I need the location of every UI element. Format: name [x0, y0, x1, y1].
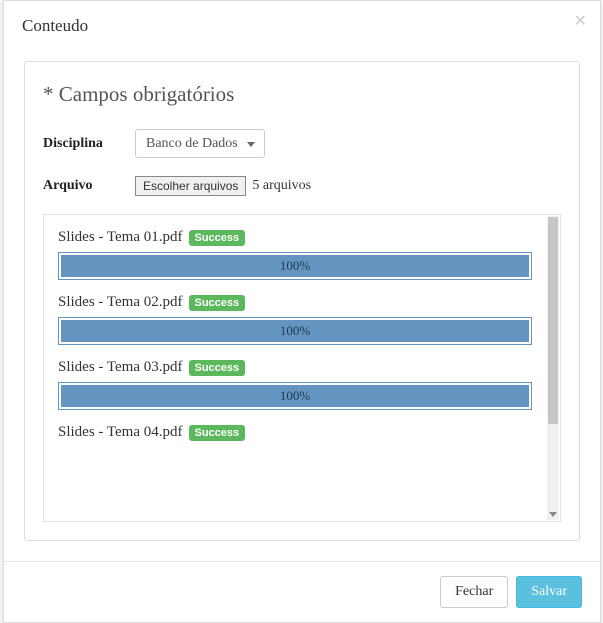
progress-track: 100% [58, 252, 532, 280]
choose-files-button[interactable]: Escolher arquivos [135, 176, 246, 196]
file-name: Slides - Tema 01.pdf [58, 229, 183, 246]
file-header: Slides - Tema 04.pdf Success [58, 424, 532, 441]
disciplina-select-wrap: Banco de Dados [135, 129, 265, 158]
list-item: Slides - Tema 02.pdf Success 100% [58, 286, 532, 345]
file-list: Slides - Tema 01.pdf Success 100% Slides… [44, 215, 546, 521]
status-badge: Success [189, 360, 246, 376]
disciplina-label: Disciplina [43, 136, 135, 152]
scroll-down-icon[interactable] [547, 508, 559, 520]
progress-bar: 100% [61, 255, 529, 277]
modal-header: Conteudo × [4, 1, 600, 51]
scrollbar-thumb[interactable] [548, 217, 558, 424]
disciplina-row: Disciplina Banco de Dados [43, 129, 561, 158]
scrollbar-track[interactable] [547, 216, 559, 520]
list-item: Slides - Tema 01.pdf Success 100% [58, 221, 532, 280]
status-badge: Success [189, 295, 246, 311]
status-badge: Success [189, 230, 246, 246]
file-count-text: 5 arquivos [252, 178, 311, 194]
modal-footer: Fechar Salvar [4, 561, 600, 622]
close-icon[interactable]: × [574, 11, 586, 31]
modal-title: Conteudo [22, 16, 582, 36]
disciplina-select[interactable]: Banco de Dados [135, 129, 265, 158]
save-button[interactable]: Salvar [516, 576, 582, 608]
required-fields-legend: * Campos obrigatórios [43, 82, 561, 107]
progress-bar: 100% [61, 320, 529, 342]
file-name: Slides - Tema 02.pdf [58, 294, 183, 311]
close-button[interactable]: Fechar [440, 576, 508, 608]
file-list-container: Slides - Tema 01.pdf Success 100% Slides… [43, 214, 561, 522]
list-item: Slides - Tema 03.pdf Success 100% [58, 351, 532, 410]
progress-bar: 100% [61, 385, 529, 407]
status-badge: Success [189, 425, 246, 441]
file-header: Slides - Tema 03.pdf Success [58, 359, 532, 376]
file-name: Slides - Tema 03.pdf [58, 359, 183, 376]
modal-body: * Campos obrigatórios Disciplina Banco d… [4, 51, 600, 561]
list-item: Slides - Tema 04.pdf Success [58, 416, 532, 441]
file-header: Slides - Tema 01.pdf Success [58, 229, 532, 246]
arquivo-label: Arquivo [43, 178, 135, 194]
modal-dialog: Conteudo × * Campos obrigatórios Discipl… [3, 0, 601, 623]
file-name: Slides - Tema 04.pdf [58, 424, 183, 441]
arquivo-row: Arquivo Escolher arquivos 5 arquivos [43, 176, 561, 196]
progress-track: 100% [58, 317, 532, 345]
progress-track: 100% [58, 382, 532, 410]
form-panel: * Campos obrigatórios Disciplina Banco d… [24, 61, 580, 541]
file-header: Slides - Tema 02.pdf Success [58, 294, 532, 311]
